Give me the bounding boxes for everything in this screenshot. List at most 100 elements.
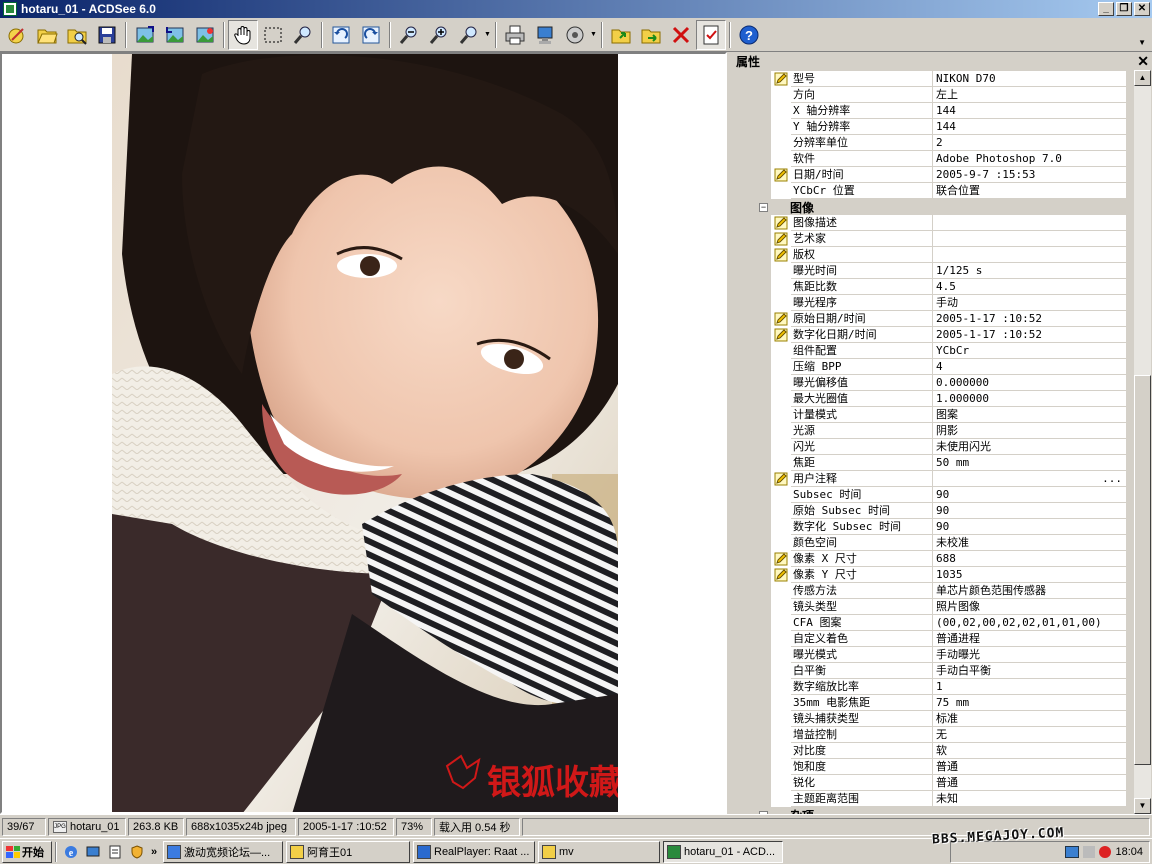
prev-image-button[interactable] (130, 20, 160, 50)
editable-pencil-icon[interactable] (771, 311, 791, 327)
scroll-thumb[interactable] (1134, 375, 1151, 765)
properties-close-button[interactable]: ✕ (1137, 53, 1149, 70)
save-button[interactable] (92, 20, 122, 50)
editable-pencil-icon[interactable] (771, 247, 791, 263)
property-row[interactable]: 数字化 Subsec 时间 90 (733, 519, 1134, 535)
taskbar-button[interactable]: 激动宽频论坛—... (163, 840, 283, 863)
property-row[interactable]: 饱和度 普通 (733, 759, 1134, 775)
editable-pencil-icon[interactable] (771, 167, 791, 183)
property-value[interactable] (933, 231, 1126, 247)
property-value[interactable]: 无 (933, 727, 1126, 743)
property-row[interactable]: 型号 NIKON D70 (733, 71, 1134, 87)
zoom-dropdown-arrow[interactable]: ▼ (484, 31, 492, 38)
editable-pencil-icon[interactable] (771, 71, 791, 87)
tray-clock[interactable]: 18:04 (1115, 846, 1143, 858)
property-row[interactable]: 对比度软 (733, 743, 1134, 759)
toolbar-overflow-arrow[interactable]: ▼ (1138, 38, 1146, 47)
property-value[interactable]: 单芯片颜色范围传感器 (933, 583, 1126, 599)
quicklaunch-more[interactable]: » (148, 841, 160, 863)
acdsee-app-icon[interactable] (3, 2, 17, 16)
property-row[interactable]: 像素 X 尺寸 688 (733, 551, 1134, 567)
property-row[interactable]: 像素 Y 尺寸 1035 (733, 567, 1134, 583)
property-value[interactable]: NIKON D70 (933, 71, 1126, 87)
audio-button[interactable] (560, 20, 590, 50)
property-row[interactable]: 焦距 50 mm (733, 455, 1134, 471)
property-row[interactable]: 35mm 电影焦距 75 mm (733, 695, 1134, 711)
zoom-menu-button[interactable] (454, 20, 484, 50)
property-value[interactable]: 90 (933, 519, 1126, 535)
close-window-button[interactable]: ✕ (1134, 2, 1150, 16)
property-value[interactable]: YCbCr (933, 343, 1126, 359)
property-row[interactable]: X 轴分辨率 144 (733, 103, 1134, 119)
properties-button[interactable] (696, 19, 726, 50)
property-value[interactable]: 普通进程 (933, 631, 1126, 647)
audio-dropdown-arrow[interactable]: ▼ (590, 31, 598, 38)
acquire-button[interactable] (2, 20, 32, 50)
property-row[interactable]: 数字缩放比率 1 (733, 679, 1134, 695)
taskbar-button[interactable]: mv (538, 840, 660, 863)
property-value[interactable]: 未校准 (933, 535, 1126, 551)
property-row[interactable]: 白平衡 手动白平衡 (733, 663, 1134, 679)
scroll-up-button[interactable]: ▲ (1134, 70, 1151, 86)
property-value[interactable]: 90 (933, 487, 1126, 503)
property-value[interactable]: 普通 (933, 775, 1126, 791)
start-button[interactable]: 开始 (2, 840, 52, 863)
property-value[interactable] (933, 247, 1126, 263)
properties-scrollbar[interactable]: ▲ ▼ (1134, 70, 1151, 814)
collapse-toggle-icon[interactable]: − (759, 202, 768, 212)
editable-pencil-icon[interactable] (771, 567, 791, 583)
property-value[interactable]: 图案 (933, 407, 1126, 423)
quicklaunch-desktop[interactable] (82, 841, 104, 863)
property-category[interactable]: −杂项 (733, 807, 1126, 814)
property-value[interactable]: ... (933, 471, 1126, 487)
taskbar-button[interactable]: 阿育王01 (286, 840, 410, 863)
move-to-button[interactable] (636, 20, 666, 50)
property-row[interactable]: 传感方法 单芯片颜色范围传感器 (733, 583, 1134, 599)
property-row[interactable]: Y 轴分辨率 144 (733, 119, 1134, 135)
ellipsis-button[interactable]: ... (1102, 471, 1122, 486)
image-viewer[interactable]: 银狐收藏 (0, 52, 727, 814)
property-value[interactable]: 0.000000 (933, 375, 1126, 391)
property-value[interactable]: 手动白平衡 (933, 663, 1126, 679)
zoom-tool-button[interactable] (288, 20, 318, 50)
zoom-out-button[interactable] (394, 20, 424, 50)
property-value[interactable]: 普通 (933, 759, 1126, 775)
property-row[interactable]: 自定义着色 普通进程 (733, 631, 1134, 647)
property-row[interactable]: 曝光程序 手动 (733, 295, 1134, 311)
property-value[interactable]: Adobe Photoshop 7.0 (933, 151, 1126, 167)
select-tool-button[interactable] (258, 20, 288, 50)
taskbar-button[interactable]: hotaru_01 - ACD... (663, 840, 783, 863)
property-value[interactable]: 144 (933, 119, 1126, 135)
rotate-left-button[interactable] (326, 20, 356, 50)
open-button[interactable] (32, 20, 62, 50)
property-value[interactable]: 未知 (933, 791, 1126, 807)
property-row[interactable]: 日期/时间 2005-9-7 :15:53 (733, 167, 1134, 183)
property-row[interactable]: 组件配置 YCbCr (733, 343, 1134, 359)
property-row[interactable]: Subsec 时间 90 (733, 487, 1134, 503)
property-row[interactable]: 闪光 未使用闪光 (733, 439, 1134, 455)
property-row[interactable]: 版权 (733, 247, 1134, 263)
property-value[interactable]: 2 (933, 135, 1126, 151)
property-row[interactable]: 光源 阴影 (733, 423, 1134, 439)
property-value[interactable] (933, 215, 1126, 231)
property-value[interactable]: 照片图像 (933, 599, 1126, 615)
property-value[interactable]: 左上 (933, 87, 1126, 103)
property-row[interactable]: 艺术家 (733, 231, 1134, 247)
property-value[interactable]: 未使用闪光 (933, 439, 1126, 455)
property-value[interactable]: 688 (933, 551, 1126, 567)
next-image-button[interactable] (160, 20, 190, 50)
property-row[interactable]: 分辨率单位 2 (733, 135, 1134, 151)
hand-tool-button[interactable] (228, 19, 258, 50)
editable-pencil-icon[interactable] (771, 231, 791, 247)
property-row[interactable]: 增益控制无 (733, 727, 1134, 743)
delete-button[interactable] (666, 20, 696, 50)
property-value[interactable]: 联合位置 (933, 183, 1126, 199)
property-value[interactable]: 75 mm (933, 695, 1126, 711)
property-value[interactable]: 软 (933, 743, 1126, 759)
quicklaunch-ie[interactable]: e (60, 841, 82, 863)
copy-to-button[interactable] (606, 20, 636, 50)
property-value[interactable]: 4.5 (933, 279, 1126, 295)
property-row[interactable]: 图像描述 (733, 215, 1134, 231)
property-row[interactable]: 数字化日期/时间 2005-1-17 :10:52 (733, 327, 1134, 343)
property-value[interactable]: (00,02,00,02,02,01,01,00) (933, 615, 1126, 631)
